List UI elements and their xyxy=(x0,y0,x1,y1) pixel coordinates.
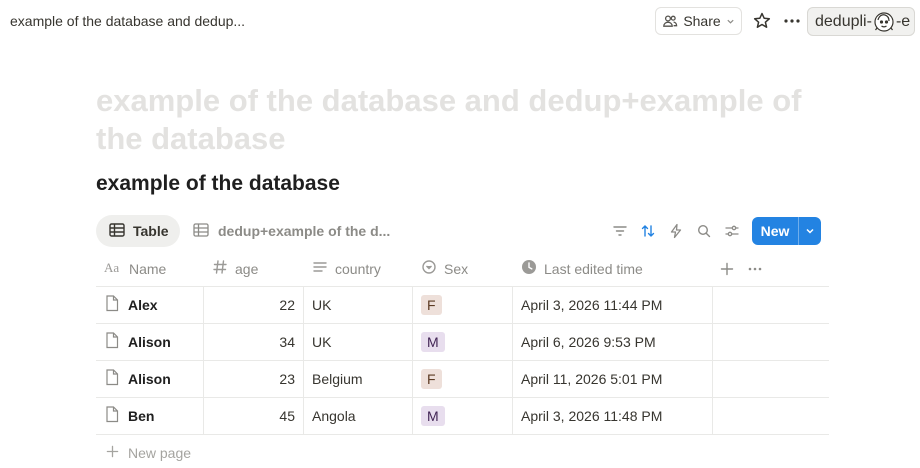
column-divider xyxy=(712,287,713,323)
clock-icon xyxy=(521,259,537,278)
country-cell[interactable]: Belgium xyxy=(304,361,412,397)
page-icon xyxy=(105,406,119,426)
table-row[interactable]: Alison 23 Belgium F April 11, 2026 5:01 … xyxy=(96,361,829,398)
top-bar: example of the database and dedup... Sha… xyxy=(0,0,920,42)
row-name: Alison xyxy=(128,371,171,387)
dedup-extension-chip[interactable]: dedupli- -e xyxy=(807,7,915,36)
table-row[interactable]: Ben 45 Angola M April 3, 2026 11:48 PM xyxy=(96,398,829,435)
column-label: Sex xyxy=(444,260,469,277)
add-property-icon[interactable] xyxy=(720,250,734,287)
column-divider xyxy=(712,324,713,360)
more-options-icon[interactable] xyxy=(782,11,802,31)
column-divider xyxy=(712,398,713,434)
share-button[interactable]: Share xyxy=(655,7,742,35)
filter-icon[interactable] xyxy=(610,221,630,241)
people-icon xyxy=(662,13,678,29)
row-name: Ben xyxy=(128,408,155,424)
tab-table-label: Table xyxy=(133,223,169,239)
name-cell[interactable]: Alison xyxy=(96,361,203,397)
sex-cell[interactable]: F xyxy=(413,361,512,397)
name-cell[interactable]: Ben xyxy=(96,398,203,434)
column-label: Last edited time xyxy=(544,260,643,277)
database-title[interactable]: example of the database xyxy=(96,172,340,196)
last-edited-cell[interactable]: April 11, 2026 5:01 PM xyxy=(513,361,712,397)
page-icon xyxy=(105,332,119,352)
mascot-icon xyxy=(873,11,895,33)
tab-table-view[interactable]: Table xyxy=(96,215,180,247)
table-header: Aa Name age country Sex Last edited time xyxy=(96,250,829,287)
row-name: Alison xyxy=(128,334,171,350)
age-cell[interactable]: 45 xyxy=(203,398,303,434)
column-header-last-edited[interactable]: Last edited time xyxy=(521,250,643,287)
tab-dedup-view[interactable]: dedup+example of the d... xyxy=(193,215,390,247)
country-cell[interactable]: Angola xyxy=(304,398,412,434)
sex-tag: F xyxy=(421,369,442,389)
sex-cell[interactable]: M xyxy=(413,324,512,360)
table-icon xyxy=(193,222,209,240)
search-icon[interactable] xyxy=(694,221,714,241)
new-page-button[interactable]: New page xyxy=(96,438,191,468)
country-cell[interactable]: UK xyxy=(304,324,412,360)
star-icon[interactable] xyxy=(752,11,772,31)
column-header-country[interactable]: country xyxy=(312,250,381,287)
name-cell[interactable]: Alison xyxy=(96,324,203,360)
new-page-label: New page xyxy=(128,445,192,461)
column-divider xyxy=(712,361,713,397)
table-row[interactable]: Alex 22 UK F April 3, 2026 11:44 PM xyxy=(96,287,829,324)
column-header-age[interactable]: age xyxy=(212,250,258,287)
sex-cell[interactable]: M xyxy=(413,398,512,434)
last-edited-cell[interactable]: April 3, 2026 11:48 PM xyxy=(513,398,712,434)
last-edited-cell[interactable]: April 6, 2026 9:53 PM xyxy=(513,324,712,360)
more-options-icon[interactable] xyxy=(747,250,763,287)
chevron-down-icon xyxy=(726,17,735,26)
sex-tag: M xyxy=(421,406,445,426)
text-lines-icon xyxy=(312,259,328,278)
table-row[interactable]: Alison 34 UK M April 6, 2026 9:53 PM xyxy=(96,324,829,361)
page-icon xyxy=(105,295,119,315)
name-cell[interactable]: Alex xyxy=(96,287,203,323)
column-header-name[interactable]: Aa Name xyxy=(104,250,166,287)
settings-icon[interactable] xyxy=(722,221,742,241)
age-cell[interactable]: 34 xyxy=(203,324,303,360)
column-label: Name xyxy=(129,260,167,277)
tab-dedup-label: dedup+example of the d... xyxy=(218,223,391,239)
select-icon xyxy=(421,259,437,278)
column-label: age xyxy=(235,260,259,277)
plus-icon xyxy=(106,445,119,461)
row-name: Alex xyxy=(128,297,158,313)
table-icon xyxy=(109,222,125,240)
chevron-down-icon[interactable] xyxy=(799,226,821,236)
age-cell[interactable]: 23 xyxy=(203,361,303,397)
sex-tag: F xyxy=(421,295,442,315)
new-button-label: New xyxy=(760,223,790,239)
last-edited-cell[interactable]: April 3, 2026 11:44 PM xyxy=(513,287,712,323)
dedup-chip-prefix: dedupli- xyxy=(815,12,872,30)
sex-cell[interactable]: F xyxy=(413,287,512,323)
new-button[interactable]: New xyxy=(752,217,821,245)
age-cell[interactable]: 22 xyxy=(203,287,303,323)
sort-icon[interactable] xyxy=(638,221,658,241)
text-icon: Aa xyxy=(104,260,122,277)
country-cell[interactable]: UK xyxy=(304,287,412,323)
page-icon xyxy=(105,369,119,389)
share-label: Share xyxy=(683,13,721,29)
automation-icon[interactable] xyxy=(666,221,686,241)
dedup-chip-suffix: -e xyxy=(895,12,911,30)
sex-tag: M xyxy=(421,332,445,352)
database-table: Aa Name age country Sex Last edited time… xyxy=(96,250,829,435)
number-icon xyxy=(212,259,228,278)
breadcrumb[interactable]: example of the database and dedup... xyxy=(10,13,245,29)
page-title[interactable]: example of the database and dedup+exampl… xyxy=(96,82,836,158)
column-label: country xyxy=(335,260,381,277)
column-header-sex[interactable]: Sex xyxy=(421,250,468,287)
svg-text:Aa: Aa xyxy=(104,260,119,274)
